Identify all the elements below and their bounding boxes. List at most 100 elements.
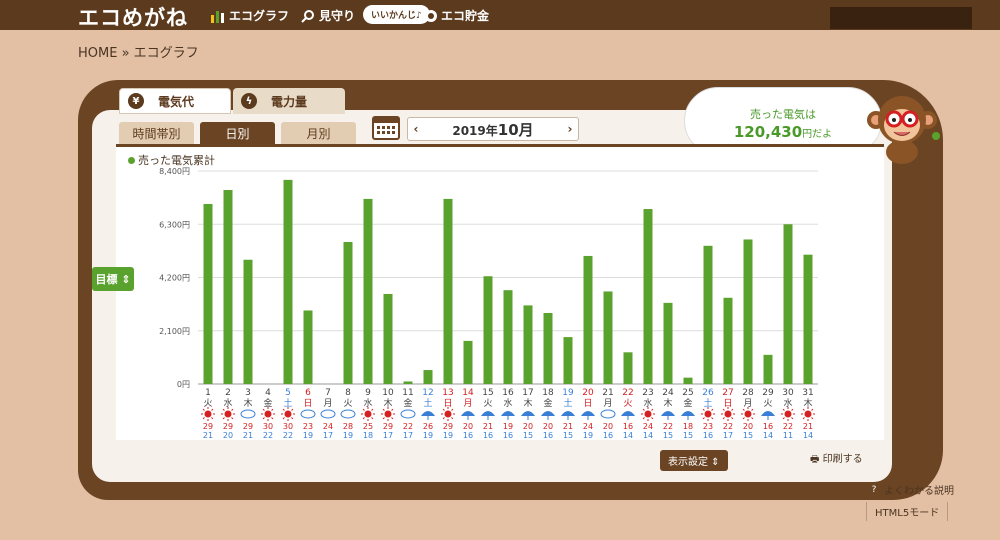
- weekday-label: 日: [583, 398, 592, 409]
- day-label: 22: [622, 388, 633, 398]
- sun-ray: [222, 417, 225, 420]
- low-temp-label: 17: [403, 431, 413, 440]
- print-button[interactable]: 🖶 印刷する: [810, 450, 863, 469]
- weekday-label: 木: [243, 397, 252, 409]
- low-temp-label: 16: [603, 431, 613, 440]
- sun-ray: [202, 408, 205, 411]
- low-temp-label: 21: [243, 431, 253, 440]
- high-temp-label: 29: [203, 422, 213, 431]
- weekday-label: 日: [303, 398, 312, 409]
- weekday-label: 木: [663, 397, 672, 409]
- html5-mode-button[interactable]: HTML5モード: [866, 502, 949, 521]
- sun-icon: [224, 410, 232, 418]
- weekday-label: 火: [483, 398, 492, 409]
- bar: [463, 340, 473, 384]
- bar: [443, 198, 453, 384]
- sun-ray: [362, 417, 365, 420]
- sun-ray: [371, 408, 374, 411]
- bar: [703, 245, 713, 384]
- day-label: 18: [542, 388, 554, 398]
- weekday-label: 月: [603, 398, 612, 409]
- print-label: 印刷する: [822, 454, 863, 465]
- y-tick-label: 4,200円: [159, 274, 190, 283]
- sun-ray: [731, 408, 734, 411]
- sun-ray: [711, 408, 714, 411]
- bar: [763, 354, 773, 384]
- low-temp-label: 20: [223, 431, 233, 440]
- low-temp-label: 19: [423, 431, 433, 440]
- sun-ray: [702, 417, 705, 420]
- sun-ray: [291, 417, 294, 420]
- sun-ray: [791, 408, 794, 411]
- sun-ray: [731, 417, 734, 420]
- sun-ray: [802, 408, 805, 411]
- sun-ray: [382, 417, 385, 420]
- low-temp-label: 17: [723, 431, 733, 440]
- print-icon: 🖶: [810, 454, 820, 465]
- umbrella-icon: [481, 411, 495, 416]
- low-temp-label: 19: [303, 431, 313, 440]
- high-temp-label: 23: [703, 422, 713, 431]
- low-temp-label: 16: [543, 431, 553, 440]
- display-settings-button[interactable]: 表示設定 ⇕: [660, 450, 728, 471]
- low-temp-label: 14: [763, 431, 773, 440]
- sun-ray: [811, 408, 814, 411]
- high-temp-label: 18: [683, 422, 693, 431]
- high-temp-label: 29: [443, 422, 453, 431]
- sun-ray: [222, 408, 225, 411]
- sun-ray: [391, 408, 394, 411]
- help-link[interactable]: ? よくわかる説明: [868, 482, 954, 497]
- goal-button[interactable]: 目標 ⇕: [92, 267, 134, 291]
- sun-ray: [282, 408, 285, 411]
- sun-ray: [651, 408, 654, 411]
- sun-icon: [384, 410, 392, 418]
- weekday-label: 木: [523, 397, 532, 409]
- bar: [203, 203, 213, 384]
- help-label: よくわかる説明: [884, 486, 954, 497]
- day-label: 13: [442, 388, 453, 398]
- bar: [483, 276, 493, 384]
- sun-ray: [202, 417, 205, 420]
- sun-icon: [264, 410, 272, 418]
- high-temp-label: 20: [463, 422, 473, 431]
- sun-ray: [382, 408, 385, 411]
- sun-ray: [282, 417, 285, 420]
- bar: [803, 254, 813, 384]
- weekday-label: 水: [503, 397, 512, 409]
- bar: [343, 242, 353, 384]
- low-temp-label: 14: [623, 431, 633, 440]
- low-temp-label: 19: [443, 431, 453, 440]
- bar: [603, 291, 613, 384]
- sun-icon: [204, 410, 212, 418]
- sun-ray: [642, 417, 645, 420]
- sun-icon: [804, 410, 812, 418]
- y-tick-label: 2,100円: [159, 327, 190, 336]
- high-temp-label: 22: [783, 422, 793, 431]
- sun-ray: [642, 408, 645, 411]
- day-label: 20: [582, 388, 594, 398]
- weekday-label: 金: [683, 397, 692, 409]
- umbrella-icon: [621, 411, 635, 416]
- day-label: 3: [245, 388, 251, 398]
- sun-ray: [782, 408, 785, 411]
- sun-ray: [231, 408, 234, 411]
- bar: [523, 305, 533, 384]
- day-label: 2: [225, 388, 231, 398]
- bar: [583, 255, 593, 384]
- day-label: 16: [502, 388, 514, 398]
- sun-icon: [444, 410, 452, 418]
- bar: [643, 209, 653, 384]
- sun-ray: [211, 417, 214, 420]
- day-label: 5: [285, 388, 291, 398]
- cloud-icon: [400, 409, 416, 419]
- sun-ray: [751, 408, 754, 411]
- weekday-label: 月: [323, 398, 332, 409]
- umbrella-icon: [661, 411, 675, 416]
- weekday-label: 土: [563, 397, 572, 409]
- low-temp-label: 15: [563, 431, 573, 440]
- day-label: 9: [365, 388, 371, 398]
- day-label: 27: [722, 388, 733, 398]
- umbrella-icon: [561, 411, 575, 416]
- bar: [623, 352, 633, 384]
- bar: [683, 377, 693, 384]
